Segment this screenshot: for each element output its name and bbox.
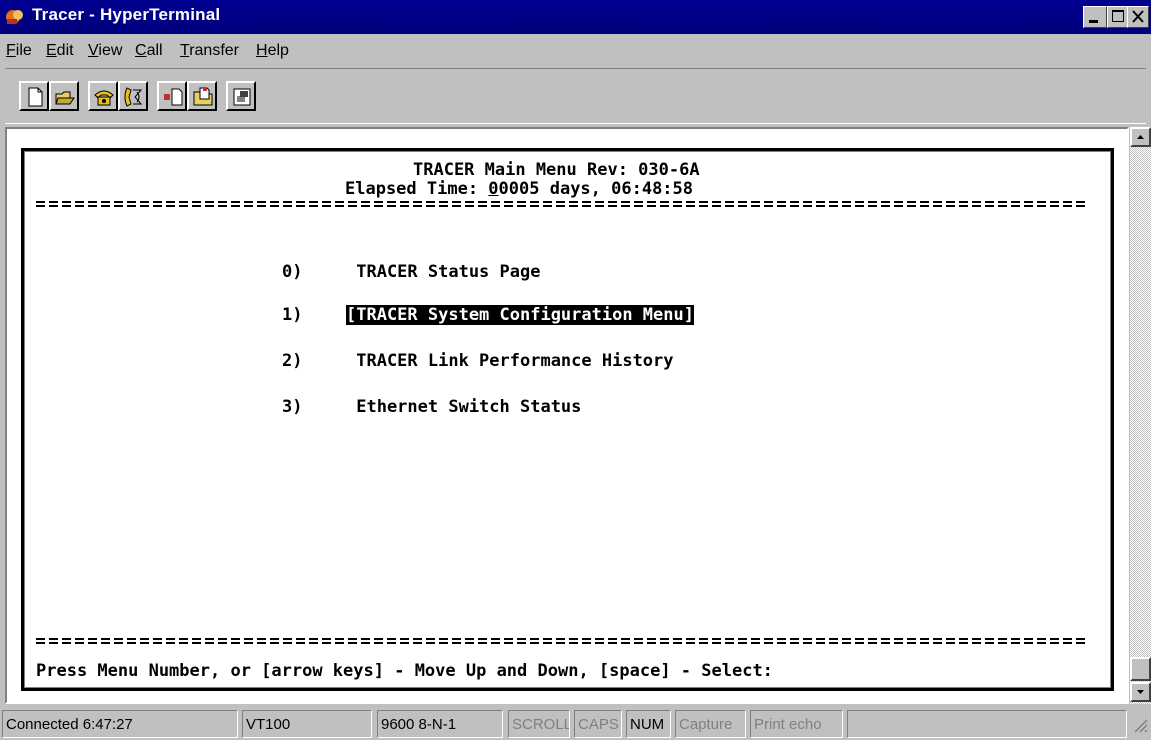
status-num: NUM — [626, 710, 671, 738]
menu-view[interactable]: View — [88, 42, 122, 60]
minimize-button[interactable] — [1083, 6, 1107, 28]
status-scroll: SCROLL — [508, 710, 570, 738]
status-port-settings: 9600 8-N-1 — [377, 710, 503, 738]
hyperterminal-window: Tracer - HyperTerminal File Edit View Ca… — [0, 0, 1151, 740]
receive-file-icon — [193, 87, 213, 106]
menu-call[interactable]: Call — [135, 42, 163, 60]
menu-file[interactable]: File — [6, 42, 32, 60]
toolbar — [5, 68, 1146, 124]
new-document-icon — [28, 87, 43, 107]
menu-option-system-configuration[interactable]: [TRACER System Configuration Menu] — [346, 305, 694, 325]
properties-button[interactable] — [226, 81, 256, 111]
send-file-icon — [164, 88, 183, 106]
terminal-header-title: TRACER Main Menu Rev: 030-6A — [413, 160, 700, 180]
bottom-divider — [36, 638, 1089, 644]
open-folder-icon — [55, 91, 75, 105]
hyperterminal-app-icon[interactable] — [4, 7, 26, 27]
send-button[interactable] — [157, 81, 187, 111]
terminal-prompt: Press Menu Number, or [arrow keys] - Mov… — [36, 661, 773, 681]
status-caps: CAPS — [574, 710, 622, 738]
status-empty-cell — [847, 710, 1127, 738]
arrow-down-icon — [1137, 690, 1144, 694]
menu-option-tracer-status-page[interactable]: TRACER Status Page — [346, 262, 540, 282]
cursor-char: 0 — [488, 179, 499, 199]
menu-option-number-2[interactable]: 2) — [282, 351, 302, 371]
menu-option-ethernet-switch-status[interactable]: Ethernet Switch Status — [346, 397, 581, 417]
resize-grip-icon[interactable] — [1131, 716, 1149, 736]
elapsed-time-line: Elapsed Time: 00005 days, 06:48:58 — [345, 179, 693, 199]
status-print-echo: Print echo — [750, 710, 843, 738]
scroll-down-button[interactable] — [1130, 682, 1151, 702]
disconnect-button[interactable] — [118, 81, 148, 111]
phone-connect-icon — [94, 90, 114, 106]
new-connection-button[interactable] — [19, 81, 49, 111]
menu-edit[interactable]: Edit — [46, 42, 74, 60]
status-bar: Connected 6:47:27 VT100 9600 8-N-1 SCROL… — [0, 706, 1151, 740]
phone-disconnect-icon — [124, 87, 143, 107]
elapsed-value: 0005 days, 06:48:58 — [498, 179, 694, 199]
close-button[interactable] — [1127, 6, 1149, 28]
scroll-thumb[interactable] — [1130, 657, 1151, 681]
scroll-up-button[interactable] — [1130, 127, 1151, 147]
menu-option-number-0[interactable]: 0) — [282, 262, 302, 282]
menu-help[interactable]: Help — [256, 42, 289, 60]
terminal-screen-frame — [21, 148, 1114, 691]
status-connected: Connected 6:47:27 — [2, 710, 238, 738]
status-emulation: VT100 — [242, 710, 372, 738]
window-title: Tracer - HyperTerminal — [32, 5, 221, 24]
menu-option-number-3[interactable]: 3) — [282, 397, 302, 417]
top-divider — [36, 201, 1089, 207]
receive-button[interactable] — [187, 81, 217, 111]
menu-transfer[interactable]: Transfer — [180, 42, 239, 60]
vertical-scrollbar[interactable] — [1130, 127, 1151, 704]
open-button[interactable] — [49, 81, 79, 111]
title-bar[interactable]: Tracer - HyperTerminal — [0, 0, 1151, 34]
menu-option-number-1[interactable]: 1) — [282, 305, 302, 325]
connect-button[interactable] — [88, 81, 118, 111]
elapsed-label: Elapsed Time: — [345, 179, 489, 199]
arrow-up-icon — [1137, 135, 1144, 139]
menu-option-link-performance-history[interactable]: TRACER Link Performance History — [346, 351, 673, 371]
minimize-icon — [1089, 20, 1098, 23]
close-icon — [1132, 10, 1144, 23]
properties-icon — [233, 88, 251, 106]
menu-bar: File Edit View Call Transfer Help — [0, 38, 1151, 64]
status-capture: Capture — [675, 710, 746, 738]
